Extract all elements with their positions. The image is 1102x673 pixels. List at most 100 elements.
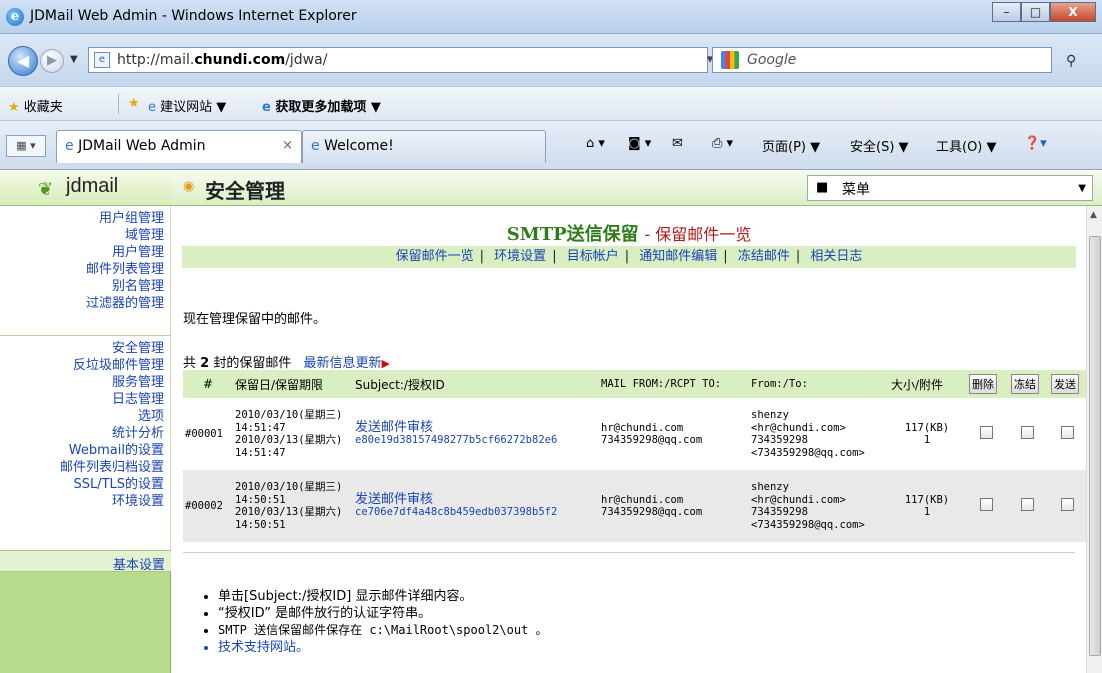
favorites-button[interactable]: ★ 收藏夹 (8, 96, 63, 115)
subject-link[interactable]: 发送邮件审核 (355, 493, 597, 507)
held-count: 2 (200, 356, 210, 371)
col-fromto: From:/To: (749, 370, 889, 398)
sidebar-item-users[interactable]: 用户管理 (112, 244, 164, 261)
delete-checkbox[interactable] (979, 497, 993, 511)
auth-id-link[interactable]: ce706e7df4a48c8b459edb037398b5f2 (355, 506, 597, 519)
sidebar-item-domains[interactable]: 域管理 (125, 227, 164, 244)
send-button[interactable]: 发送 (1051, 374, 1079, 394)
maximize-button[interactable]: □ (1021, 2, 1050, 22)
header-frame: ◉ 安全管理 ■ 菜单 ▼ (171, 170, 1102, 206)
notes-list: 单击[Subject:/授权ID] 显示邮件详细内容。 “授权ID” 是邮件放行… (218, 588, 548, 656)
sidebar-item-filters[interactable]: 过滤器的管理 (86, 295, 164, 312)
close-button[interactable]: X (1050, 2, 1096, 22)
subnav-frozen-mail[interactable]: 冻结邮件 (738, 249, 790, 264)
forward-arrow-icon[interactable]: ▶ (40, 49, 64, 73)
sidebar-menu: 用户组管理 域管理 用户管理 邮件列表管理 别名管理 过滤器的管理 安全管理 反… (0, 206, 171, 551)
sidebar-item-logs[interactable]: 日志管理 (112, 391, 164, 408)
sidebar-item-basic-settings[interactable]: 基本设置 (0, 550, 171, 573)
refresh-link[interactable]: 最新信息更新 (304, 356, 382, 371)
history-dropdown-icon[interactable]: ▼ (70, 54, 78, 65)
table-row: #00002 2010/03/10(星期三) 14:50:51 2010/03/1… (183, 470, 1086, 542)
print-icon[interactable]: ⎙ ▾ (712, 136, 733, 151)
list-item: SMTP 送信保留邮件保存在 c:\MailRoot\spool2\out 。 (218, 622, 548, 639)
tab-welcome[interactable]: e Welcome! (302, 130, 546, 163)
bullet-icon: ◉ (183, 179, 195, 194)
leaf-logo-icon: ❦ (38, 179, 54, 200)
safety-menu[interactable]: 安全(S) ▼ (850, 136, 909, 155)
subnav-notification-edit[interactable]: 通知邮件编辑 (639, 249, 717, 264)
subnav-environment[interactable]: 环境设置 (494, 249, 546, 264)
sidebar-item-antispam[interactable]: 反垃圾邮件管理 (73, 357, 164, 374)
sidebar-item-webmail[interactable]: Webmail的设置 (69, 442, 164, 459)
sidebar-item-security[interactable]: 安全管理 (112, 340, 164, 357)
delete-checkbox[interactable] (979, 425, 993, 439)
freeze-checkbox[interactable] (1020, 497, 1034, 511)
row-subject: 发送邮件审核 ce706e7df4a48c8b459edb037398b5f2 (353, 470, 599, 542)
help-icon[interactable]: ❓▾ (1024, 136, 1047, 151)
ie-tab-icon: e (311, 138, 320, 154)
sidebar-item-mailing-lists[interactable]: 邮件列表管理 (86, 261, 164, 278)
send-checkbox[interactable] (1060, 497, 1074, 511)
sub-navigation: 保留邮件一览 | 环境设置 | 目标帐户 | 通知邮件编辑 | 冻结邮件 | 相关日志 (182, 246, 1076, 268)
search-icon[interactable]: ⚲ (1066, 53, 1076, 69)
left-nav-frame: ❦ jdmail 用户组管理 域管理 用户管理 邮件列表管理 别名管理 过滤器的… (0, 170, 171, 673)
tab-close-icon[interactable]: × (282, 131, 293, 161)
sidebar-item-environment[interactable]: 环境设置 (112, 493, 164, 510)
tools-menu[interactable]: 工具(O) ▼ (936, 136, 997, 155)
sidebar-item-services[interactable]: 服务管理 (112, 374, 164, 391)
add-favorite-icon[interactable]: ★ (128, 96, 140, 111)
window-title: JDMail Web Admin - Windows Internet Expl… (30, 8, 357, 24)
delete-button[interactable]: 删除 (969, 374, 997, 394)
vertical-scrollbar[interactable]: ▲ (1086, 206, 1102, 673)
menu-select[interactable]: ■ 菜单 ▼ (807, 175, 1093, 201)
logo-text: jdmail (66, 175, 119, 197)
scrollbar-thumb[interactable] (1089, 236, 1101, 656)
table-row: #00001 2010/03/10(星期三) 14:51:47 2010/03/1… (183, 398, 1086, 470)
page-icon: e (94, 52, 110, 68)
scroll-up-icon[interactable]: ▲ (1090, 210, 1097, 220)
suggested-sites-button[interactable]: e 建议网站 ▼ (148, 96, 226, 115)
minimize-button[interactable]: – (992, 2, 1021, 22)
logo-area: ❦ jdmail (0, 170, 171, 206)
count-line: 共 2 封的保留邮件 最新信息更新▶ (183, 356, 390, 371)
window-titlebar: e JDMail Web Admin - Windows Internet Ex… (0, 0, 1102, 34)
row-size: 117(KB) 1 (889, 470, 965, 542)
feeds-icon[interactable]: ◙ ▾ (628, 136, 651, 151)
back-arrow-icon[interactable]: ◀ (8, 46, 38, 76)
star-icon: ★ (8, 100, 20, 115)
page-title: 安全管理 (205, 179, 285, 203)
subnav-related-logs[interactable]: 相关日志 (810, 249, 862, 264)
subnav-held-list[interactable]: 保留邮件一览 (396, 249, 474, 264)
row-fromto: shenzy <hr@chundi.com> 734359298 <734359298… (749, 470, 889, 542)
tab-jdmail[interactable]: e JDMail Web Admin × (56, 130, 302, 163)
subject-link[interactable]: 发送邮件审核 (355, 421, 597, 435)
divider (183, 552, 1075, 553)
sidebar-item-user-groups[interactable]: 用户组管理 (99, 210, 164, 227)
mail-icon[interactable]: ✉ (672, 136, 683, 151)
send-checkbox[interactable] (1060, 425, 1074, 439)
home-icon[interactable]: ⌂ ▾ (586, 136, 605, 151)
sidebar-item-aliases[interactable]: 别名管理 (112, 278, 164, 295)
sidebar-item-ssl-tls[interactable]: SSL/TLS的设置 (73, 476, 164, 493)
sidebar-item-options[interactable]: 选项 (138, 408, 164, 425)
sidebar-item-list-archive[interactable]: 邮件列表归档设置 (60, 459, 164, 476)
auth-id-link[interactable]: e80e19d38157498277b5cf66272b82e6 (355, 434, 597, 447)
col-mailfrom: MAIL FROM:/RCPT TO: (599, 370, 749, 398)
col-subject: Subject:/授权ID (353, 370, 599, 398)
ie-logo-icon: e (6, 8, 24, 26)
table-header-row: # 保留日/保留期限 Subject:/授权ID MAIL FROM:/RCPT… (183, 370, 1086, 398)
support-site-link[interactable]: 技术支持网站。 (218, 639, 548, 656)
freeze-button[interactable]: 冻结 (1011, 374, 1039, 394)
address-row: ◀ ▶ ▼ e http://mail.chundi.com/jdwa/ ▾ ◫… (0, 34, 1102, 86)
square-icon: ■ (816, 180, 829, 195)
sidebar-item-statistics[interactable]: 统计分析 (112, 425, 164, 442)
freeze-checkbox[interactable] (1020, 425, 1034, 439)
quick-tabs-icon[interactable]: ▦ ▾ (6, 135, 46, 157)
row-dates: 2010/03/10(星期三) 14:50:51 2010/03/13(星期六) … (233, 470, 353, 542)
get-addons-button[interactable]: e 获取更多加载项 ▼ (262, 96, 381, 115)
sidebar-item-label: 基本设置 (112, 558, 165, 573)
search-input[interactable]: Google (712, 47, 1052, 73)
page-menu[interactable]: 页面(P) ▼ (762, 136, 820, 155)
subnav-target-accounts[interactable]: 目标帐户 (567, 249, 619, 264)
address-input[interactable]: e http://mail.chundi.com/jdwa/ ▾ ◫ ↻ ✕ (88, 47, 793, 73)
